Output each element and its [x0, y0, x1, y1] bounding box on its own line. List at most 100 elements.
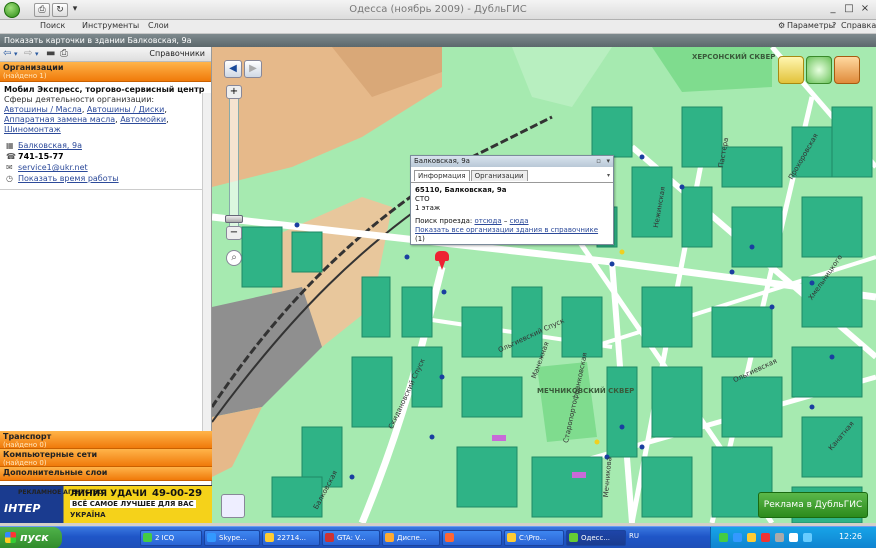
help-icon[interactable]: ? [832, 21, 836, 30]
divider [0, 189, 211, 190]
task-odessa-browser[interactable] [442, 530, 502, 546]
forward-dropdown-icon[interactable]: ▾ [35, 50, 39, 58]
back-arrow-icon[interactable]: ⇦ [3, 48, 11, 59]
dublgis-icon [569, 533, 578, 542]
panel-scrollbar[interactable] [202, 93, 211, 433]
tray-antivirus-icon[interactable] [761, 533, 770, 542]
language-indicator[interactable]: RU [629, 532, 639, 540]
tab-info[interactable]: Информация [414, 170, 470, 181]
task-odessa-dublgis[interactable]: Одесс... [566, 530, 626, 546]
map-forward-icon[interactable]: ▶ [244, 60, 262, 78]
popup-collapse-icon[interactable]: ▾ [606, 156, 610, 167]
popup-title: Балковская, 9а [414, 157, 470, 165]
rubric-link[interactable]: Автошины / Масла [4, 105, 82, 114]
ad-phone: 49-00-29 [152, 488, 203, 499]
mail-icon: ✉ [6, 163, 13, 172]
tray-volume-icon[interactable] [789, 533, 798, 542]
map-history-nav: ◀ ▶ [224, 60, 264, 78]
directory-label[interactable]: Справочники [149, 49, 205, 58]
tabs-dropdown-icon[interactable]: ▾ [607, 172, 610, 179]
firefox-icon [385, 533, 394, 542]
list-icon[interactable]: ▬ [46, 48, 55, 59]
tray-misc-icon[interactable] [803, 533, 812, 542]
zoom-knob[interactable] [225, 215, 243, 223]
map-view[interactable]: ХЕРСОНСКИЙ СКВЕР МЕЧНИКОВСКИЙ СКВЕР Балк… [212, 47, 876, 523]
radar-icon[interactable] [806, 56, 832, 84]
route-from-link[interactable]: отсюда [474, 217, 501, 225]
show-all-count: (1) [415, 235, 425, 243]
compass-icon[interactable] [221, 494, 245, 518]
org-name[interactable]: Мобил Экспресс, торгово-сервисный центр [4, 85, 207, 95]
show-all-orgs-link[interactable]: Показать все организации здания в справо… [415, 226, 598, 234]
org-email-link[interactable]: service1@ukr.net [18, 163, 88, 172]
task-label: С:\Pro... [519, 534, 547, 542]
tray-skype-icon[interactable] [733, 533, 742, 542]
maximize-button[interactable]: □ [842, 3, 856, 16]
task-window-22714[interactable]: 22714... [262, 530, 320, 546]
folder-icon [507, 533, 516, 542]
tray-icq-icon[interactable] [719, 533, 728, 542]
flag-icon [325, 533, 334, 542]
task-icq[interactable]: 2 ICQ [140, 530, 202, 546]
menu-help[interactable]: Справка [841, 21, 876, 30]
start-button[interactable]: пуск [0, 527, 62, 548]
rubric-link[interactable]: Шиномонтаж [4, 125, 61, 134]
rubric-link[interactable]: Автомойки [120, 115, 166, 124]
ad-tv2: УКРАЇНА [70, 511, 106, 519]
org-card: Мобил Экспресс, торгово-сервисный центр … [0, 82, 211, 138]
magnifier-icon[interactable]: ⌕ [226, 250, 242, 266]
zoom-out-button[interactable]: − [226, 226, 242, 240]
building-icon: ▦ [6, 141, 14, 150]
menu-bar: Поиск Инструменты Слои ⚙ Параметры ? Спр… [0, 20, 876, 34]
rubric-list: Автошины / Масла, Автошины / Диски, Аппа… [4, 105, 169, 134]
popup-address: 65110, Балковская, 9а [415, 186, 507, 194]
forward-arrow-icon[interactable]: ⇨ [24, 48, 32, 59]
task-dispatcher[interactable]: Диспе... [382, 530, 440, 546]
back-dropdown-icon[interactable]: ▾ [14, 50, 18, 58]
menu-layers[interactable]: Слои [148, 21, 169, 30]
route-to-link[interactable]: сюда [510, 217, 529, 225]
print-icon[interactable]: ⎙ [60, 48, 68, 59]
building-tool-icon[interactable] [834, 56, 860, 84]
task-gta[interactable]: GTA: V... [322, 530, 380, 546]
section-transport[interactable]: Транспорт (найдено 0) [0, 431, 212, 449]
task-skype[interactable]: Skype... [204, 530, 260, 546]
tab-organizations[interactable]: Организации [470, 170, 528, 181]
route-label: Поиск проезда: [415, 217, 473, 225]
task-program-files[interactable]: С:\Pro... [504, 530, 564, 546]
map-back-icon[interactable]: ◀ [224, 60, 242, 78]
firefox-icon [445, 533, 454, 542]
phone-icon: ☎ [6, 152, 16, 161]
menu-params[interactable]: Параметры [787, 21, 835, 30]
popup-pin-icon[interactable]: ▫ [596, 156, 601, 167]
task-label: Skype... [219, 534, 247, 542]
organizations-header-title: Организации [3, 63, 64, 72]
ruler-icon[interactable] [778, 56, 804, 84]
org-address-link[interactable]: Балковская, 9а [18, 141, 82, 150]
section-title: Дополнительные слои [3, 468, 108, 477]
organizations-header[interactable]: Организации (найдено 1) [0, 62, 211, 82]
map-marker-pin[interactable] [437, 256, 447, 270]
minimize-button[interactable]: _ [826, 3, 840, 16]
tray-app-icon[interactable] [747, 533, 756, 542]
rubric-link[interactable]: Автошины / Диски [87, 105, 164, 114]
tray-network-icon[interactable] [775, 533, 784, 542]
rubric-link[interactable]: Аппаратная замена масла [4, 115, 115, 124]
start-label: пуск [20, 531, 49, 544]
close-button[interactable]: × [858, 3, 872, 16]
ad-tv-logo: ІНТЕР [4, 502, 41, 515]
menu-tools[interactable]: Инструменты [82, 21, 139, 30]
zoom-slider[interactable]: + − [224, 85, 244, 245]
gear-icon[interactable]: ⚙ [778, 21, 785, 30]
ad-dublgis-button[interactable]: Реклама в ДубльГИС [758, 492, 868, 518]
menu-search[interactable]: Поиск [40, 21, 65, 30]
ad-banner[interactable]: РЕКЛАМНОЕ АГЕНТСТВО ІНТЕР ЛИНИЯ УДАЧИ 49… [0, 485, 212, 523]
zoom-track[interactable] [229, 91, 239, 231]
map-canvas[interactable] [212, 47, 876, 523]
hours-link[interactable]: Показать время работы [18, 174, 119, 183]
ad-name: ЛИНИЯ УДАЧИ [70, 489, 147, 499]
section-networks[interactable]: Компьютерные сети (найдено 0) [0, 449, 212, 467]
context-bar[interactable]: Показать карточки в здании Балковская, 9… [0, 34, 876, 47]
zoom-in-button[interactable]: + [226, 85, 242, 99]
section-extra-layers[interactable]: Дополнительные слои [0, 467, 212, 481]
